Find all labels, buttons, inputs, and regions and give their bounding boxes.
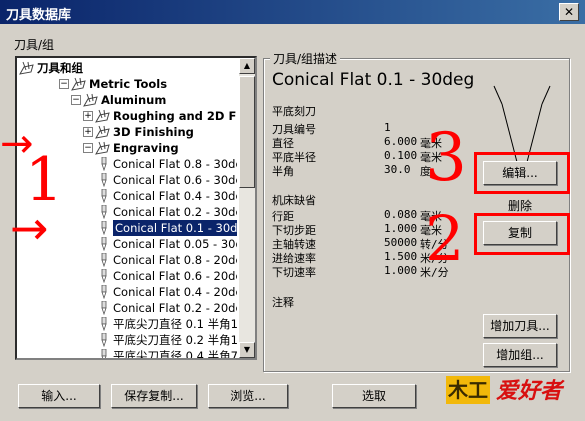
select-button[interactable]: 选取: [332, 384, 416, 408]
folder-tools-icon: [95, 141, 111, 155]
expand-icon[interactable]: +: [83, 111, 93, 121]
folder-tools-icon: [83, 93, 99, 107]
tree-folder-label: Roughing and 2D Finishi: [113, 109, 237, 123]
conical-tool-icon: [99, 220, 109, 236]
conical-tool-icon: [99, 284, 109, 300]
description-group-label: 刀具/组描述: [270, 50, 341, 67]
tree-tool-label: Conical Flat 0.4 - 20deg: [113, 285, 237, 299]
scroll-down-icon[interactable]: ▼: [239, 342, 255, 358]
conical-tool-icon: [99, 172, 109, 188]
conical-tool-icon: [99, 316, 109, 332]
save-copy-button[interactable]: 保存复制...: [111, 384, 197, 408]
add-group-button[interactable]: 增加组...: [483, 343, 557, 367]
param-name: 半角: [272, 165, 294, 178]
tree-tool-label-selected: Conical Flat 0.1 - 30deg: [113, 220, 237, 236]
tree-tool-label: Conical Flat 0.2 - 20deg: [113, 301, 237, 315]
import-button[interactable]: 输入...: [18, 384, 100, 408]
folder-tools-icon: [95, 125, 111, 139]
param-value: 30.0: [384, 163, 411, 176]
conical-tool-icon: [99, 300, 109, 316]
tree-folder-label: 刀具和组: [37, 61, 83, 75]
copy-highlight: [474, 213, 570, 255]
collapse-icon[interactable]: −: [83, 143, 93, 153]
tree-folder-label: Engraving: [113, 141, 179, 155]
conical-tool-icon: [99, 332, 109, 348]
expand-icon[interactable]: +: [83, 127, 93, 137]
conical-tool-icon: [99, 252, 109, 268]
tree-tool-label: Conical Flat 0.8 - 30deg: [113, 157, 237, 171]
tree-tool-label: Conical Flat 0.4 - 30deg: [113, 189, 237, 203]
notes-label: 注释: [272, 296, 294, 309]
conical-tool-icon: [99, 204, 109, 220]
annotation-number-1: 1: [25, 145, 64, 215]
close-icon[interactable]: ✕: [559, 3, 579, 21]
tool-type: 平底刻刀: [272, 105, 316, 118]
collapse-icon[interactable]: −: [59, 79, 69, 89]
delete-button[interactable]: 删除: [508, 197, 532, 214]
watermark-logo: 木工 爱好者: [446, 374, 576, 414]
tree-tool-label: 平底尖刀直径 0.4 半角7: [113, 349, 237, 358]
conical-tool-icon: [99, 188, 109, 204]
param-value: 1.000: [384, 264, 418, 277]
watermark-prefix: 木工: [446, 376, 490, 404]
scroll-up-icon[interactable]: ▲: [239, 58, 255, 74]
machine-defaults-label: 机床缺省: [272, 194, 316, 207]
tools-group-label: 刀具/组: [14, 38, 55, 52]
param-value: 0.080: [384, 208, 418, 221]
param-value: 6.000: [384, 135, 418, 148]
add-tool-button[interactable]: 增加刀具...: [483, 314, 557, 338]
tree-tool-label: Conical Flat 0.6 - 20deg: [113, 269, 237, 283]
conical-tool-icon: [99, 268, 109, 284]
tree-folder-label: 3D Finishing: [113, 125, 194, 139]
tree-folder-label: Metric Tools: [89, 77, 168, 91]
tree-tool-label: 平底尖刀直径 0.1 半角1: [113, 317, 237, 331]
tree-tool-label: Conical Flat 0.2 - 30deg: [113, 205, 237, 219]
tree-tool-label: Conical Flat 0.05 - 30deg: [113, 237, 237, 251]
folder-tools-icon: [71, 77, 87, 91]
tree-tool-label: Conical Flat 0.6 - 30deg: [113, 173, 237, 187]
edit-highlight: [474, 152, 570, 194]
param-value: 1: [384, 121, 391, 134]
folder-tools-icon: [19, 61, 35, 75]
browse-button[interactable]: 浏览...: [208, 384, 288, 408]
title-bar: 刀具数据库 ✕: [0, 0, 585, 24]
tree-scrollbar[interactable]: ▲ ▼: [239, 58, 255, 358]
collapse-icon[interactable]: −: [71, 95, 81, 105]
tree-tool-label: 平底尖刀直径 0.2 半角1: [113, 333, 237, 347]
scroll-thumb[interactable]: [239, 76, 255, 188]
conical-tool-icon: [99, 348, 109, 358]
param-name: 下切速率: [272, 266, 316, 279]
conical-tool-icon: [99, 236, 109, 252]
window-title: 刀具数据库: [6, 8, 72, 23]
tool-title: Conical Flat 0.1 - 30deg: [272, 70, 475, 90]
param-value: 1.000: [384, 222, 418, 235]
param-value: 0.100: [384, 149, 418, 162]
watermark-text: 爱好者: [496, 379, 563, 404]
tree-folder-label: Aluminum: [101, 93, 167, 107]
param-value: 50000: [384, 236, 418, 249]
annotation-number-3: 3: [425, 119, 467, 196]
param-value: 1.500: [384, 250, 418, 263]
tree-tool-label: Conical Flat 0.8 - 20deg: [113, 253, 237, 267]
annotation-number-2: 2: [425, 202, 465, 275]
conical-tool-icon: [99, 156, 109, 172]
folder-tools-icon: [95, 109, 111, 123]
